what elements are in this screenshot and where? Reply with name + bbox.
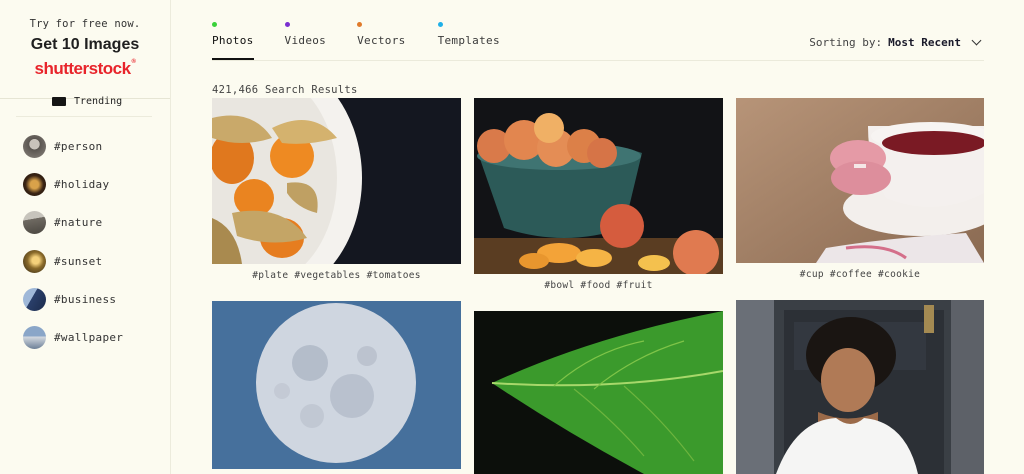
wallpaper-thumbnail-icon bbox=[23, 325, 46, 349]
sidebar: Try for free now. Get 10 Images shutters… bbox=[0, 0, 171, 474]
sort-label: Sorting by: bbox=[809, 36, 883, 49]
tag-label: #person bbox=[54, 140, 103, 153]
image-card[interactable] bbox=[474, 311, 723, 474]
tab-dot-icon bbox=[212, 22, 217, 27]
tab-videos[interactable]: Videos bbox=[284, 20, 327, 60]
promo-tagline: Try for free now. bbox=[29, 18, 141, 30]
moon-photo-image bbox=[212, 301, 461, 469]
person-thumbnail-icon bbox=[23, 135, 46, 158]
promo-headline: Get 10 Images bbox=[30, 36, 140, 53]
tab-label: Videos bbox=[284, 34, 327, 47]
image-card[interactable] bbox=[736, 300, 984, 474]
results-count: 421,466 Search Results bbox=[212, 84, 358, 96]
business-thumbnail-icon bbox=[23, 287, 46, 311]
trending-label: Trending bbox=[74, 96, 123, 107]
sunset-thumbnail-icon bbox=[23, 249, 46, 273]
sidebar-tag-holiday[interactable]: #holiday bbox=[23, 173, 123, 197]
image-caption: #bowl #food #fruit bbox=[544, 280, 653, 291]
photo-thumbnail[interactable] bbox=[212, 98, 461, 264]
image-caption: #cup #coffee #cookie bbox=[799, 269, 921, 280]
tag-label: #business bbox=[54, 292, 117, 306]
tab-label: Photos bbox=[212, 34, 254, 47]
tag-label: #nature bbox=[54, 216, 103, 230]
photo-thumbnail[interactable] bbox=[474, 98, 723, 274]
tag-label: #holiday bbox=[54, 178, 110, 192]
tab-label: Vectors bbox=[357, 34, 406, 47]
tab-dot-icon bbox=[437, 22, 443, 27]
media-type-tabs: Photos Videos Vectors Templates bbox=[212, 20, 500, 60]
photo-thumbnail[interactable] bbox=[474, 311, 723, 474]
chevron-down-icon bbox=[971, 35, 982, 46]
image-card[interactable] bbox=[212, 301, 461, 469]
tab-vectors[interactable]: Vectors bbox=[357, 20, 405, 60]
image-card[interactable]: #cup #coffee #cookie bbox=[736, 98, 984, 288]
sidebar-tag-person[interactable]: #person bbox=[23, 135, 123, 158]
sidebar-tag-wallpaper[interactable]: #wallpaper bbox=[23, 325, 124, 349]
sidebar-divider bbox=[16, 116, 152, 117]
nature-thumbnail-icon bbox=[23, 211, 46, 235]
peaches-photo-image bbox=[474, 98, 723, 274]
shutterstock-logo[interactable]: shutterstock® bbox=[0, 59, 170, 79]
sidebar-tag-nature[interactable]: #nature bbox=[23, 211, 123, 235]
image-caption: #plate #vegetables #tomatoes bbox=[252, 270, 421, 281]
tag-label: #sunset bbox=[54, 254, 103, 268]
plate-photo-image bbox=[212, 98, 461, 264]
tab-dot-icon bbox=[357, 22, 363, 27]
tag-list: #person #holiday #nature #sunset #busine… bbox=[23, 135, 123, 364]
tea-photo-image bbox=[736, 98, 984, 263]
photo-thumbnail[interactable] bbox=[736, 98, 984, 263]
promo-banner[interactable]: Try for free now. Get 10 Images shutters… bbox=[0, 0, 170, 79]
brand-name: shutterstock bbox=[34, 59, 132, 78]
tag-label: #wallpaper bbox=[54, 330, 124, 344]
trending-link[interactable]: Trending bbox=[52, 96, 122, 107]
sort-dropdown[interactable]: Sorting by: Most Recent bbox=[809, 35, 982, 49]
image-card[interactable]: #plate #vegetables #tomatoes bbox=[212, 98, 461, 288]
registered-mark: ® bbox=[131, 59, 136, 65]
photo-thumbnail[interactable] bbox=[212, 301, 461, 469]
holiday-thumbnail-icon bbox=[23, 173, 46, 197]
tab-photos[interactable]: Photos bbox=[212, 20, 254, 60]
sort-value: Most Recent bbox=[888, 36, 961, 49]
tab-templates[interactable]: Templates bbox=[437, 20, 500, 60]
trending-icon bbox=[52, 97, 66, 106]
tab-dot-icon bbox=[284, 22, 290, 27]
portrait-photo-image bbox=[736, 300, 984, 474]
image-card[interactable]: #bowl #food #fruit bbox=[474, 98, 723, 298]
sidebar-tag-business[interactable]: #business bbox=[23, 287, 123, 311]
tabs-divider bbox=[212, 60, 984, 61]
leaf-photo-image bbox=[474, 311, 723, 474]
sidebar-tag-sunset[interactable]: #sunset bbox=[23, 249, 123, 273]
photo-thumbnail[interactable] bbox=[736, 300, 984, 474]
tab-label: Templates bbox=[437, 34, 500, 47]
